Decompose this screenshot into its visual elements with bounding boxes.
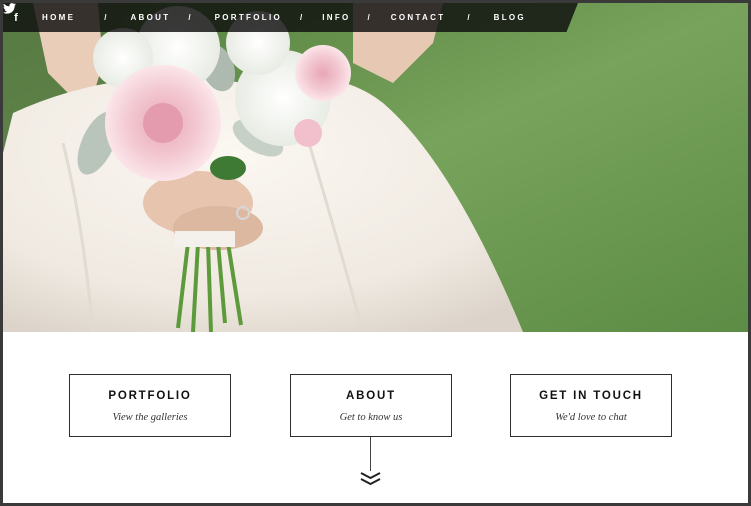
get-in-touch-card[interactable]: GET IN TOUCH We'd love to chat [510,374,672,437]
card-title: ABOUT [346,390,396,402]
main-menu: HOME / ABOUT / PORTFOLIO / INFO / CONTAC… [42,13,526,22]
nav-about[interactable]: ABOUT [130,13,170,22]
card-subtitle: Get to know us [339,412,403,423]
about-card[interactable]: ABOUT Get to know us [290,374,452,437]
nav-separator: / [104,13,107,22]
twitter-bird-icon[interactable] [3,3,16,14]
top-navigation-bar: f HOME / ABOUT / PORTFOLIO / INFO / CONT… [3,3,578,32]
card-title: PORTFOLIO [108,390,192,402]
nav-separator: / [367,13,370,22]
page: f HOME / ABOUT / PORTFOLIO / INFO / CONT… [3,3,748,503]
double-chevron-down-icon[interactable] [359,471,382,487]
nav-separator: / [188,13,191,22]
card-title: GET IN TOUCH [539,390,643,402]
nav-info[interactable]: INFO [322,13,350,22]
nav-portfolio[interactable]: PORTFOLIO [215,13,282,22]
feature-cards-section: PORTFOLIO View the galleries ABOUT Get t… [3,332,748,503]
card-subtitle: We'd love to chat [555,412,627,423]
social-links: f [3,3,20,24]
hero-image: f HOME / ABOUT / PORTFOLIO / INFO / CONT… [3,3,748,332]
connector-line [370,437,371,471]
nav-home[interactable]: HOME [42,13,75,22]
nav-contact[interactable]: CONTACT [391,13,446,22]
browser-frame: f HOME / ABOUT / PORTFOLIO / INFO / CONT… [0,0,751,506]
nav-separator: / [467,13,470,22]
bride-bouquet-illustration [3,3,748,332]
portfolio-card[interactable]: PORTFOLIO View the galleries [69,374,231,437]
nav-blog[interactable]: BLOG [494,13,526,22]
card-subtitle: View the galleries [112,412,188,423]
nav-separator: / [300,13,303,22]
